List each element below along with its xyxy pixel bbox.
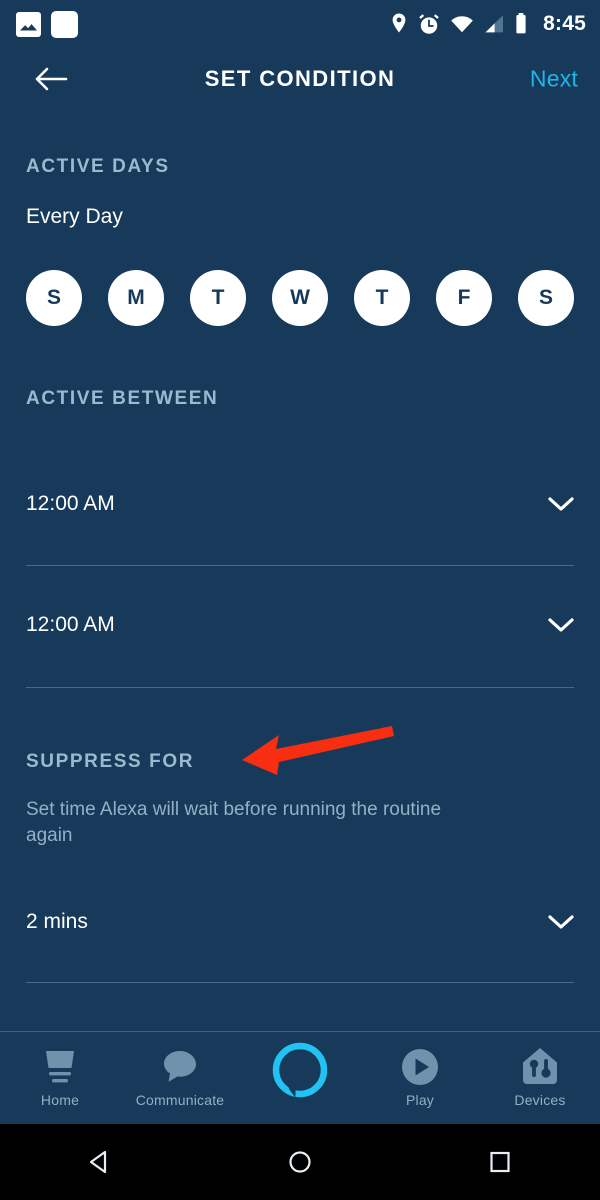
nav-home-button[interactable] [255,1137,345,1187]
tab-communicate[interactable]: Communicate [120,1032,240,1124]
nav-back-triangle-icon [89,1150,107,1174]
battery-icon [516,13,526,34]
day-toggle-friday[interactable]: F [436,270,492,326]
day-letter: M [127,286,145,309]
tab-label-communicate: Communicate [135,1092,225,1108]
end-time-value: 12:00 AM [26,613,115,636]
tab-label-play: Play [405,1092,435,1108]
active-days-value[interactable]: Every Day [26,205,123,229]
day-letter: S [46,286,61,309]
divider-after-suppress [26,982,574,983]
chevron-down-icon [548,497,574,511]
home-device-icon [40,1044,80,1090]
suppress-duration-value: 2 mins [26,910,88,933]
bottom-tab-bar: Home Communicate Play Devices [0,1032,600,1124]
status-bar: 8:45 [0,0,600,48]
day-letter: T [211,286,225,309]
cellular-signal-icon [485,15,504,33]
end-time-picker[interactable]: 12:00 AM [26,603,574,647]
tab-label-devices: Devices [514,1092,566,1108]
nav-recents-square-icon [490,1151,510,1173]
alexa-set-condition-screen: 8:45 SET CONDITION Next ACTIVE DAYS Ever… [0,0,600,1200]
nav-back-button[interactable] [55,1137,145,1187]
day-letter: S [538,286,553,309]
day-selector-row: S M T W T F S [26,270,574,326]
day-toggle-monday[interactable]: M [108,270,164,326]
divider-after-start-time [26,565,574,566]
android-navigation-bar [0,1124,600,1200]
app-header: SET CONDITION Next [0,48,600,110]
annotation-arrow-icon [242,726,394,775]
status-bar-clock: 8:45 [543,12,586,35]
tab-home[interactable]: Home [0,1032,120,1124]
play-circle-icon [400,1044,440,1090]
chevron-down-icon [548,915,574,929]
alexa-ring-icon [269,1042,331,1098]
day-letter: T [375,286,389,309]
suppress-for-description: Set time Alexa will wait before running … [26,799,442,846]
divider-after-end-time [26,687,574,688]
tab-devices[interactable]: Devices [480,1032,600,1124]
status-bar-notifications [16,10,78,38]
location-pin-icon [392,13,406,33]
tab-alexa[interactable] [240,1032,360,1124]
page-title: SET CONDITION [204,66,396,91]
day-toggle-thursday[interactable]: T [354,270,410,326]
tab-label-home: Home [40,1092,80,1108]
alarm-clock-icon [419,14,439,34]
screenshot-image-icon [16,11,41,37]
blank-notification-icon [51,10,78,38]
nav-home-circle-icon [289,1151,311,1173]
active-days-label: ACTIVE DAYS [26,156,170,177]
start-time-value: 12:00 AM [26,492,115,515]
tab-play[interactable]: Play [360,1032,480,1124]
day-toggle-tuesday[interactable]: T [190,270,246,326]
status-bar-system-icons: 8:45 [390,12,586,36]
suppress-duration-picker[interactable]: 2 mins [26,900,574,944]
day-toggle-wednesday[interactable]: W [272,270,328,326]
day-letter: W [290,286,310,309]
chevron-down-icon [548,618,574,632]
day-toggle-sunday[interactable]: S [26,270,82,326]
nav-recents-button[interactable] [455,1137,545,1187]
speech-bubble-icon [161,1044,199,1090]
next-button[interactable]: Next [530,66,578,93]
day-letter: F [457,286,471,309]
wifi-icon [451,16,473,33]
suppress-for-label: SUPPRESS FOR [26,751,195,772]
active-between-label: ACTIVE BETWEEN [26,388,219,409]
start-time-picker[interactable]: 12:00 AM [26,482,574,526]
devices-house-icon [520,1044,560,1090]
day-toggle-saturday[interactable]: S [518,270,574,326]
